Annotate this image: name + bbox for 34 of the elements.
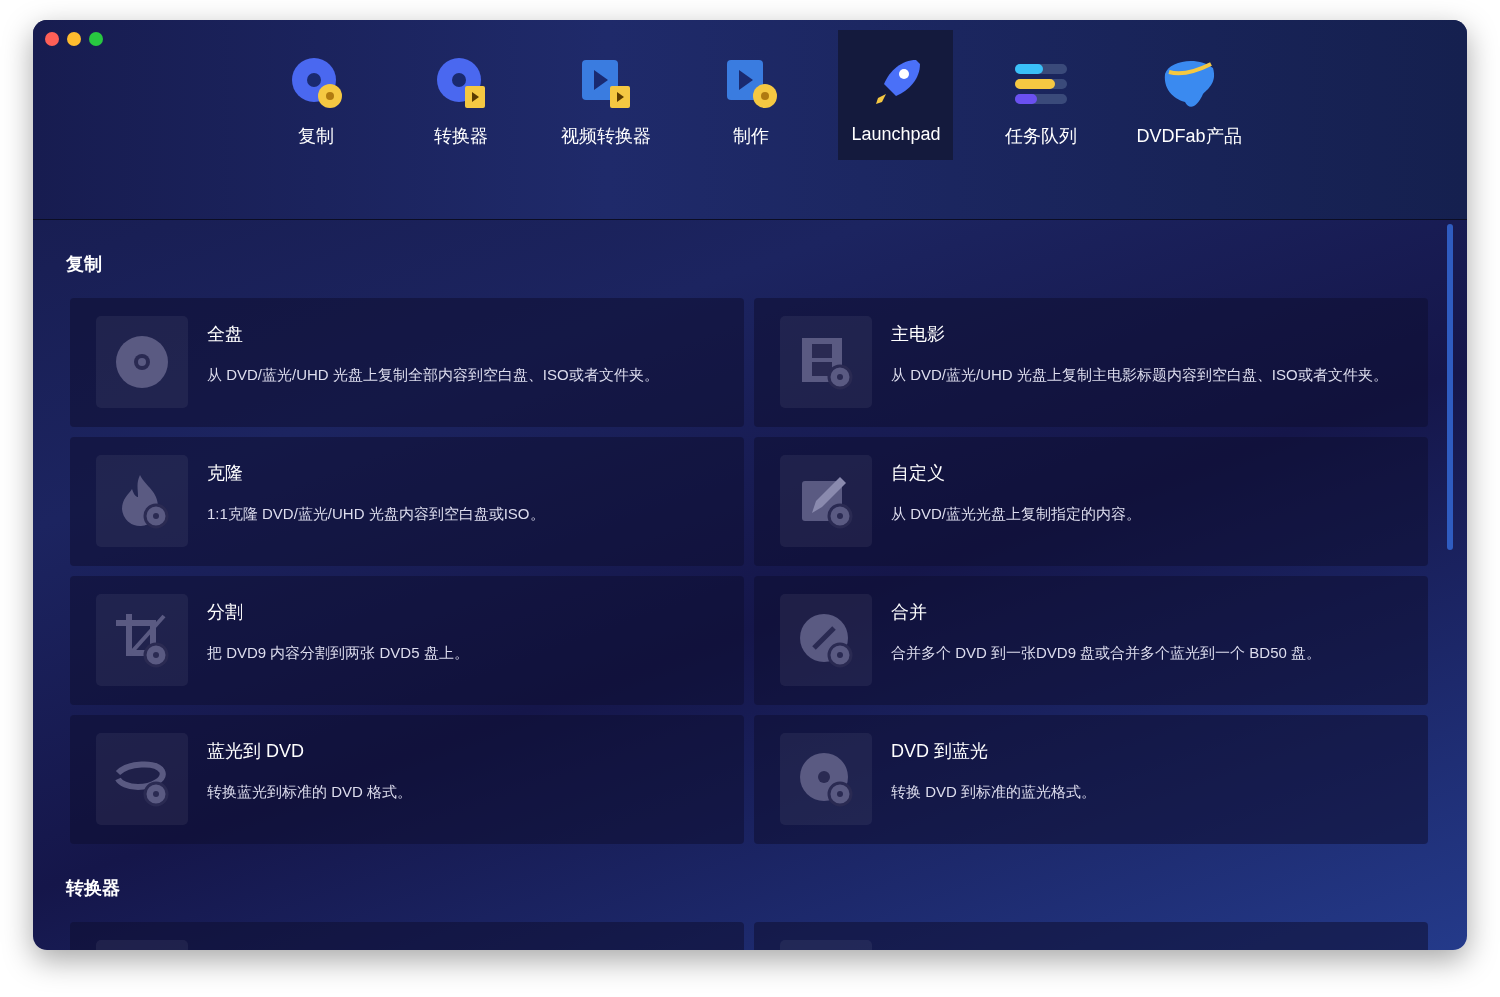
section-title: 转换器 bbox=[66, 877, 121, 900]
card-title: 全盘 bbox=[207, 323, 244, 346]
card-description: 从 DVD/蓝光光盘上复制指定的内容。 bbox=[891, 505, 1141, 524]
tab[interactable]: DVDFab产品 bbox=[1128, 30, 1250, 160]
card-title: 合并 bbox=[891, 601, 928, 624]
tab[interactable]: 任务队列 bbox=[983, 30, 1099, 160]
card-title: DVD 到蓝光 bbox=[891, 740, 989, 763]
tab[interactable]: 制作 bbox=[693, 30, 809, 160]
section-title: 复制 bbox=[66, 253, 103, 276]
tab[interactable]: Launchpad bbox=[838, 30, 954, 160]
card-title: 自定义 bbox=[891, 462, 946, 485]
card-title: 克隆 bbox=[207, 462, 244, 485]
card-description: 合并多个 DVD 到一张DVD9 盘或合并多个蓝光到一个 BD50 盘。 bbox=[891, 644, 1322, 663]
tab[interactable]: 复制 bbox=[258, 30, 374, 160]
card-title: 蓝光到 DVD bbox=[207, 740, 305, 763]
scrollbar[interactable] bbox=[1447, 224, 1453, 550]
card-description: 从 DVD/蓝光/UHD 光盘上复制全部内容到空白盘、ISO或者文件夹。 bbox=[207, 366, 659, 385]
feature-card[interactable]: 主电影 从 DVD/蓝光/UHD 光盘上复制主电影标题内容到空白盘、ISO或者文件夹。 bbox=[754, 298, 1428, 427]
feature-card[interactable]: 全盘 从 DVD/蓝光/UHD 光盘上复制全部内容到空白盘、ISO或者文件夹。 bbox=[70, 298, 744, 427]
feature-card[interactable]: 自定义 从 DVD/蓝光光盘上复制指定的内容。 bbox=[754, 437, 1428, 566]
card-description: 转换蓝光到标准的 DVD 格式。 bbox=[207, 783, 412, 802]
card-title: 主电影 bbox=[891, 323, 946, 346]
card-description: 把 DVD9 内容分割到两张 DVD5 盘上。 bbox=[207, 644, 469, 663]
card-title: 分割 bbox=[207, 601, 244, 624]
card-description: 从 DVD/蓝光/UHD 光盘上复制主电影标题内容到空白盘、ISO或者文件夹。 bbox=[891, 366, 1388, 385]
tab[interactable]: 视频转换器 bbox=[548, 30, 664, 160]
feature-card[interactable]: DVD 到蓝光 转换 DVD 到标准的蓝光格式。 bbox=[754, 715, 1428, 844]
card-description: 转换 DVD 到标准的蓝光格式。 bbox=[891, 783, 1096, 802]
feature-card[interactable]: 克隆 1:1克隆 DVD/蓝光/UHD 光盘内容到空白盘或ISO。 bbox=[70, 437, 744, 566]
feature-card[interactable]: 分割 把 DVD9 内容分割到两张 DVD5 盘上。 bbox=[70, 576, 744, 705]
feature-card[interactable]: 合并 合并多个 DVD 到一张DVD9 盘或合并多个蓝光到一个 BD50 盘。 bbox=[754, 576, 1428, 705]
feature-card[interactable]: 蓝光到 DVD 转换蓝光到标准的 DVD 格式。 bbox=[70, 715, 744, 844]
card-description: 1:1克隆 DVD/蓝光/UHD 光盘内容到空白盘或ISO。 bbox=[207, 505, 545, 524]
tab[interactable]: 转换器 bbox=[403, 30, 519, 160]
